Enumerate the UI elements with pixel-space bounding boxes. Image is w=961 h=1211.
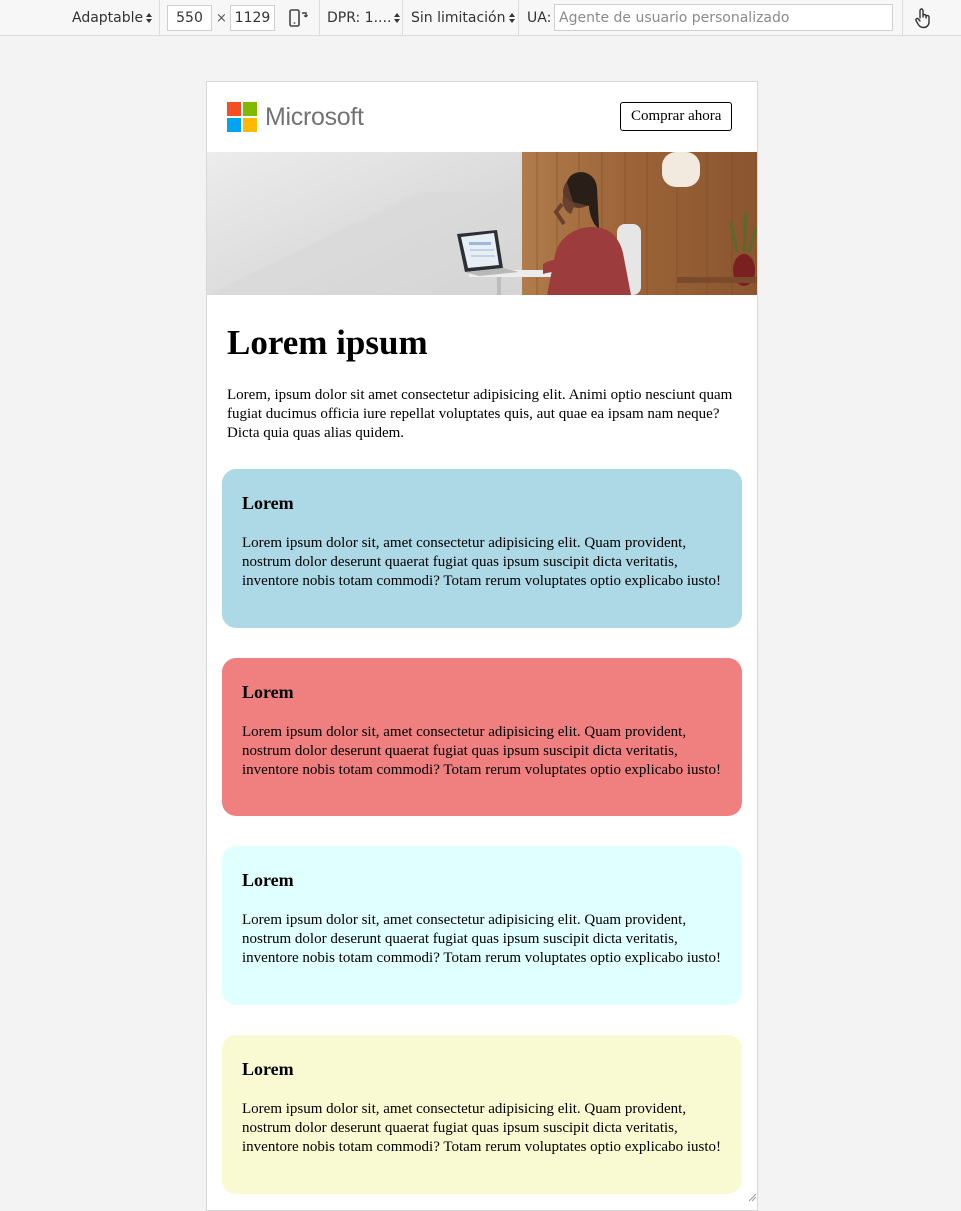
width-input[interactable]: 550 xyxy=(167,5,212,31)
logo-square xyxy=(243,102,257,116)
rotate-button[interactable] xyxy=(287,0,309,36)
card-text: Lorem ipsum dolor sit, amet consectetur … xyxy=(242,912,721,966)
toolbar-divider xyxy=(402,0,403,36)
dpr-select[interactable]: DPR: 1.... xyxy=(327,0,401,36)
throttling-select[interactable]: Sin limitación xyxy=(411,0,515,36)
microsoft-logo[interactable]: Microsoft xyxy=(227,102,364,132)
microsoft-logo-icon xyxy=(227,102,257,132)
dimension-separator: × xyxy=(216,10,227,26)
height-input[interactable]: 1129 xyxy=(230,5,275,31)
buy-now-button[interactable]: Comprar ahora xyxy=(620,102,733,131)
info-card: Lorem Lorem ipsum dolor sit, amet consec… xyxy=(222,846,742,1005)
touch-simulation-button[interactable] xyxy=(913,0,933,36)
throttling-label: Sin limitación xyxy=(411,10,506,26)
card-title: Lorem xyxy=(242,493,294,513)
rotate-device-icon xyxy=(289,9,308,27)
page-title: Lorem ipsum xyxy=(227,323,428,362)
toolbar-divider xyxy=(902,0,903,36)
logo-square xyxy=(227,102,241,116)
intro-paragraph: Lorem, ipsum dolor sit amet consectetur … xyxy=(227,387,733,441)
info-card: Lorem Lorem ipsum dolor sit, amet consec… xyxy=(222,658,742,816)
device-toolbar: Adaptable 550 × 1129 DPR: 1.... Sin limi… xyxy=(0,0,961,36)
card-text: Lorem ipsum dolor sit, amet consectetur … xyxy=(242,535,721,589)
card-title: Lorem xyxy=(242,1059,294,1079)
logo-wordmark: Microsoft xyxy=(265,102,364,131)
logo-square xyxy=(243,118,257,132)
hero-image xyxy=(207,152,757,295)
toolbar-divider xyxy=(159,0,160,36)
info-card: Lorem Lorem ipsum dolor sit, amet consec… xyxy=(222,1035,742,1194)
toolbar-divider xyxy=(319,0,320,36)
card-title: Lorem xyxy=(242,682,294,702)
device-mode-select[interactable]: Adaptable xyxy=(72,0,153,36)
dpr-label: DPR: 1.... xyxy=(327,10,392,26)
device-viewport: Microsoft Comprar ahora Lorem ipsum Lore… xyxy=(206,81,758,1211)
logo-square xyxy=(227,118,241,132)
card-text: Lorem ipsum dolor sit, amet consectetur … xyxy=(242,1101,721,1155)
hero-photo-illustration xyxy=(207,152,757,295)
touch-hand-icon xyxy=(915,8,930,29)
card-text: Lorem ipsum dolor sit, amet consectetur … xyxy=(242,724,721,778)
info-card: Lorem Lorem ipsum dolor sit, amet consec… xyxy=(222,469,742,628)
card-title: Lorem xyxy=(242,870,294,890)
user-agent-input[interactable]: Agente de usuario personalizado xyxy=(554,4,893,31)
toolbar-divider xyxy=(518,0,519,36)
site-header: Microsoft Comprar ahora xyxy=(207,82,757,152)
select-arrows-icon xyxy=(508,13,515,23)
select-arrows-icon xyxy=(394,13,401,23)
select-arrows-icon xyxy=(146,13,153,23)
device-mode-label: Adaptable xyxy=(72,10,144,26)
ua-label: UA: xyxy=(527,10,552,26)
